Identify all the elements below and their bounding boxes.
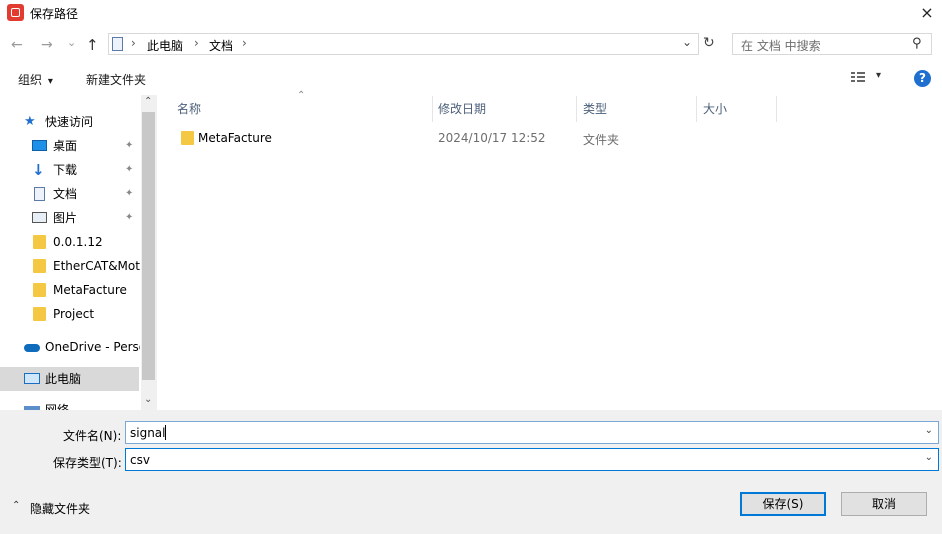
sidebar-item-onedrive[interactable]: OneDrive - Personal xyxy=(0,335,140,359)
sort-ascending-icon: ⌃ xyxy=(297,90,306,101)
sidebar-item-pictures[interactable]: 图片 ✦ xyxy=(0,206,140,230)
table-row[interactable]: MetaFacture 2024/10/17 12:52 文件夹 xyxy=(170,127,780,149)
document-icon xyxy=(34,187,45,201)
document-folder-icon xyxy=(112,37,123,51)
sidebar-item-label: 图片 xyxy=(53,211,78,225)
sidebar-item-network[interactable]: 网络 xyxy=(0,398,140,410)
column-header-size[interactable]: 大小 xyxy=(703,100,727,117)
breadcrumb-documents[interactable]: 文档 xyxy=(209,37,233,54)
folder-icon xyxy=(33,235,46,249)
view-dropdown-icon[interactable]: ▾ xyxy=(876,70,881,81)
filetype-label: 保存类型(T): xyxy=(53,456,122,470)
app-icon xyxy=(7,4,24,21)
sidebar-item-folder[interactable]: Project xyxy=(0,302,140,326)
column-divider[interactable] xyxy=(432,96,433,122)
column-divider[interactable] xyxy=(576,96,577,122)
sidebar-item-label: 文档 xyxy=(53,187,78,201)
column-header-type[interactable]: 类型 xyxy=(583,100,607,117)
sidebar-item-label: 0.0.1.12 xyxy=(53,235,103,249)
view-options-icon[interactable] xyxy=(851,70,867,84)
sidebar-item-desktop[interactable]: 桌面 ✦ xyxy=(0,134,140,158)
navigation-pane: ★ 快速访问 桌面 ✦ ↓ 下载 ✦ 文档 ✦ 图片 ✦ 0.0.1.12 Et… xyxy=(0,95,157,410)
organize-dropdown-icon: ▾ xyxy=(47,76,53,87)
chevron-up-icon[interactable]: ⌃ xyxy=(12,500,20,511)
filetype-select[interactable]: csv ⌄ xyxy=(125,448,939,471)
filetype-value: csv xyxy=(130,453,150,467)
computer-icon xyxy=(24,373,40,384)
help-button[interactable]: ? xyxy=(914,70,931,87)
forward-arrow-icon[interactable]: → xyxy=(41,37,53,53)
desktop-icon xyxy=(32,140,47,151)
address-dropdown-icon[interactable]: ⌄ xyxy=(682,35,692,49)
sidebar-item-documents[interactable]: 文档 ✦ xyxy=(0,182,140,206)
column-divider[interactable] xyxy=(696,96,697,122)
organize-label: 组织 xyxy=(18,73,43,87)
scrollbar-thumb[interactable] xyxy=(142,112,155,380)
sidebar-item-label: 此电脑 xyxy=(45,372,82,386)
address-bar[interactable]: › 此电脑 › 文档 › ⌄ xyxy=(108,33,699,55)
search-input[interactable]: 在 文档 中搜索 ⚲ xyxy=(732,33,932,55)
window-title: 保存路径 xyxy=(30,7,79,21)
pin-icon[interactable]: ✦ xyxy=(125,158,133,182)
close-button[interactable]: × xyxy=(916,2,938,24)
download-arrow-icon: ↓ xyxy=(32,161,45,179)
file-modified: 2024/10/17 12:52 xyxy=(438,131,546,145)
sidebar-item-label: Project xyxy=(53,307,95,321)
up-arrow-icon[interactable]: ↑ xyxy=(86,36,99,54)
filename-field[interactable]: signal ⌄ xyxy=(125,421,939,444)
column-header-name[interactable]: 名称 xyxy=(177,100,201,117)
title-bar xyxy=(0,0,942,26)
pin-icon[interactable]: ✦ xyxy=(125,206,133,230)
breadcrumb-separator-icon: › xyxy=(194,36,199,50)
breadcrumb-this-pc[interactable]: 此电脑 xyxy=(147,37,183,54)
sidebar-item-this-pc[interactable]: 此电脑 xyxy=(0,367,139,391)
sidebar-item-downloads[interactable]: ↓ 下载 ✦ xyxy=(0,158,140,182)
sidebar-item-label: MetaFacture xyxy=(53,283,127,297)
sidebar-item-label: 桌面 xyxy=(53,139,78,153)
column-header-modified[interactable]: 修改日期 xyxy=(438,100,486,117)
folder-icon xyxy=(33,259,46,273)
sidebar-item-label: EtherCAT&Motion xyxy=(53,259,140,273)
file-type: 文件夹 xyxy=(583,133,620,147)
file-name: MetaFacture xyxy=(198,131,272,145)
scroll-down-icon[interactable]: ⌄ xyxy=(144,394,152,405)
sidebar-item-quick-access[interactable]: ★ 快速访问 xyxy=(0,110,140,134)
breadcrumb-separator-icon: › xyxy=(131,36,136,50)
organize-button[interactable]: 组织 ▾ xyxy=(18,71,53,88)
sidebar-item-folder[interactable]: EtherCAT&Motion xyxy=(0,254,140,278)
scroll-up-icon[interactable]: ⌃ xyxy=(144,96,152,107)
search-placeholder: 在 文档 中搜索 xyxy=(741,39,821,53)
sidebar-item-label: 下载 xyxy=(53,163,78,177)
hide-folders-button[interactable]: 隐藏文件夹 xyxy=(30,500,90,517)
sidebar-item-folder[interactable]: 0.0.1.12 xyxy=(0,230,140,254)
folder-icon xyxy=(181,131,194,145)
text-cursor xyxy=(165,425,166,440)
breadcrumb-separator-icon: › xyxy=(242,36,247,50)
sidebar-item-label: 快速访问 xyxy=(45,115,94,129)
sidebar-item-label: 网络 xyxy=(45,403,70,410)
cancel-button[interactable]: 取消 xyxy=(841,492,927,516)
sidebar-item-folder[interactable]: MetaFacture xyxy=(0,278,140,302)
folder-icon xyxy=(33,283,46,297)
filename-value: signal xyxy=(130,426,166,440)
new-folder-button[interactable]: 新建文件夹 xyxy=(86,71,146,88)
search-icon[interactable]: ⚲ xyxy=(912,36,922,51)
pin-icon[interactable]: ✦ xyxy=(125,182,133,206)
refresh-icon[interactable]: ↻ xyxy=(703,35,715,51)
column-divider[interactable] xyxy=(776,96,777,122)
cloud-icon xyxy=(24,344,40,352)
filename-label: 文件名(N): xyxy=(63,429,122,443)
star-icon: ★ xyxy=(24,114,36,129)
recent-locations-chevron-icon[interactable]: ⌄ xyxy=(67,35,76,51)
chevron-down-icon[interactable]: ⌄ xyxy=(925,452,933,463)
back-arrow-icon[interactable]: ← xyxy=(11,37,23,53)
folder-icon xyxy=(33,307,46,321)
pictures-icon xyxy=(32,212,47,223)
pin-icon[interactable]: ✦ xyxy=(125,134,133,158)
sidebar-item-label: OneDrive - Personal xyxy=(45,340,140,354)
save-button[interactable]: 保存(S) xyxy=(740,492,826,516)
chevron-down-icon[interactable]: ⌄ xyxy=(925,425,933,436)
